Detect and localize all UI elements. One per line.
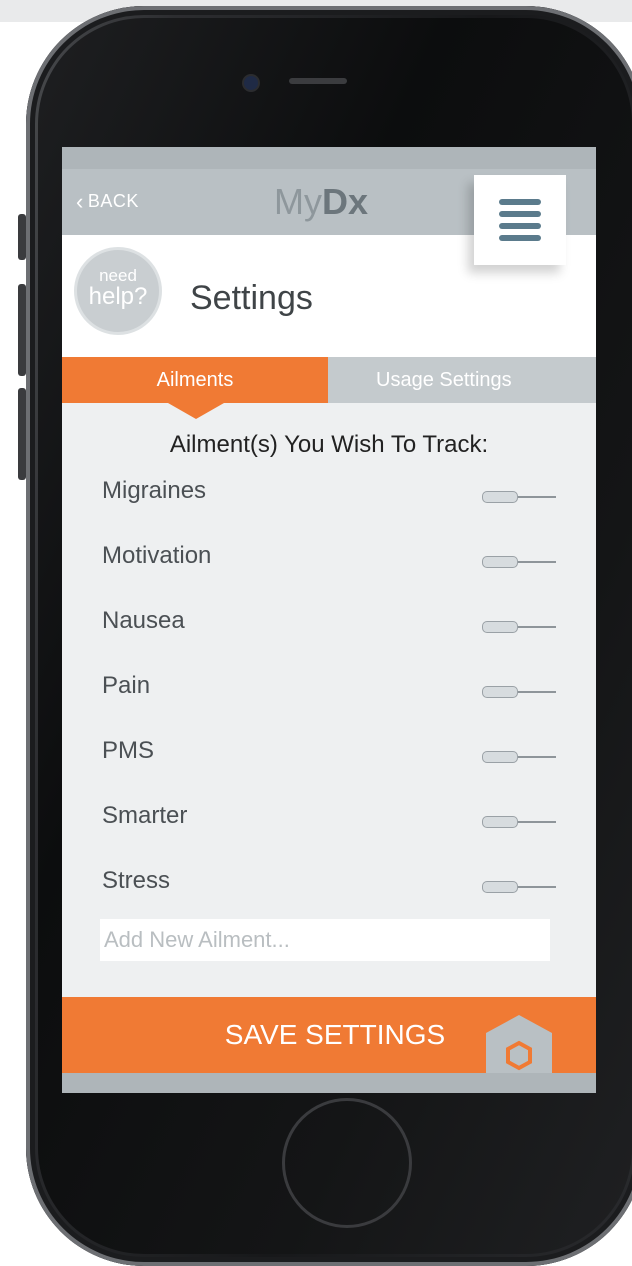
tab-usage-settings[interactable]: Usage Settings xyxy=(328,357,596,403)
ailment-label: Smarter xyxy=(102,802,188,829)
nausea-toggle[interactable] xyxy=(482,621,556,633)
pms-toggle[interactable] xyxy=(482,751,556,763)
home-button[interactable] xyxy=(282,1098,412,1228)
ailment-label: Stress xyxy=(102,867,171,894)
ailment-label: Nausea xyxy=(102,607,185,634)
ailment-row-stress: Stress xyxy=(62,863,596,903)
tab-bar: Ailments Usage Settings xyxy=(62,357,596,419)
page-title: Settings xyxy=(190,279,313,317)
menu-button[interactable] xyxy=(474,175,566,265)
track-heading-part2: You Wish To Track: xyxy=(284,431,489,458)
ailment-row-nausea: Nausea xyxy=(62,603,596,643)
migraines-toggle[interactable] xyxy=(482,491,556,503)
volume-down-button xyxy=(18,388,26,480)
status-bar xyxy=(62,147,596,169)
save-settings-label: SAVE SETTINGS xyxy=(224,1019,446,1050)
stress-toggle[interactable] xyxy=(482,881,556,893)
active-tab-pointer xyxy=(168,403,224,419)
app-screen: ‹ BACK MyDx need help? Settings Ailments… xyxy=(62,147,596,1093)
mydx-logo: MyDx xyxy=(274,181,368,223)
ailment-label: Migraines xyxy=(102,477,207,504)
help-line2: help? xyxy=(88,283,148,310)
ailment-row-pms: PMS xyxy=(62,733,596,773)
smarter-toggle[interactable] xyxy=(482,816,556,828)
ailment-row-motivation: Motivation xyxy=(62,538,596,578)
track-heading: Ailment(s) You Wish To Track: xyxy=(62,431,596,459)
tab-usage-label: Usage Settings xyxy=(376,369,512,391)
bottom-strip xyxy=(62,1073,596,1093)
chevron-left-icon: ‹ xyxy=(76,188,84,214)
mute-switch xyxy=(18,214,26,260)
ailment-label: Motivation xyxy=(102,542,212,569)
ailment-label: Pain xyxy=(102,672,151,699)
back-label: BACK xyxy=(87,191,139,211)
tab-ailments[interactable]: Ailments xyxy=(62,357,328,403)
earpiece-speaker xyxy=(289,78,347,84)
ailment-row-pain: Pain xyxy=(62,668,596,708)
track-heading-part1: Ailment(s) xyxy=(169,431,278,458)
logo-dx: Dx xyxy=(322,181,369,222)
pain-toggle[interactable] xyxy=(482,686,556,698)
volume-up-button xyxy=(18,284,26,376)
add-ailment-input[interactable] xyxy=(100,919,550,961)
motivation-toggle[interactable] xyxy=(482,556,556,568)
help-line1: need xyxy=(99,266,137,285)
ailment-row-migraines: Migraines xyxy=(62,473,596,513)
tab-ailments-label: Ailments xyxy=(156,369,234,391)
front-camera xyxy=(244,76,258,90)
back-button[interactable]: ‹ BACK xyxy=(76,188,139,214)
ailment-row-smarter: Smarter xyxy=(62,798,596,838)
logo-my: My xyxy=(274,181,322,222)
ailment-label: PMS xyxy=(102,737,155,764)
need-help-button[interactable]: need help? xyxy=(74,247,162,335)
